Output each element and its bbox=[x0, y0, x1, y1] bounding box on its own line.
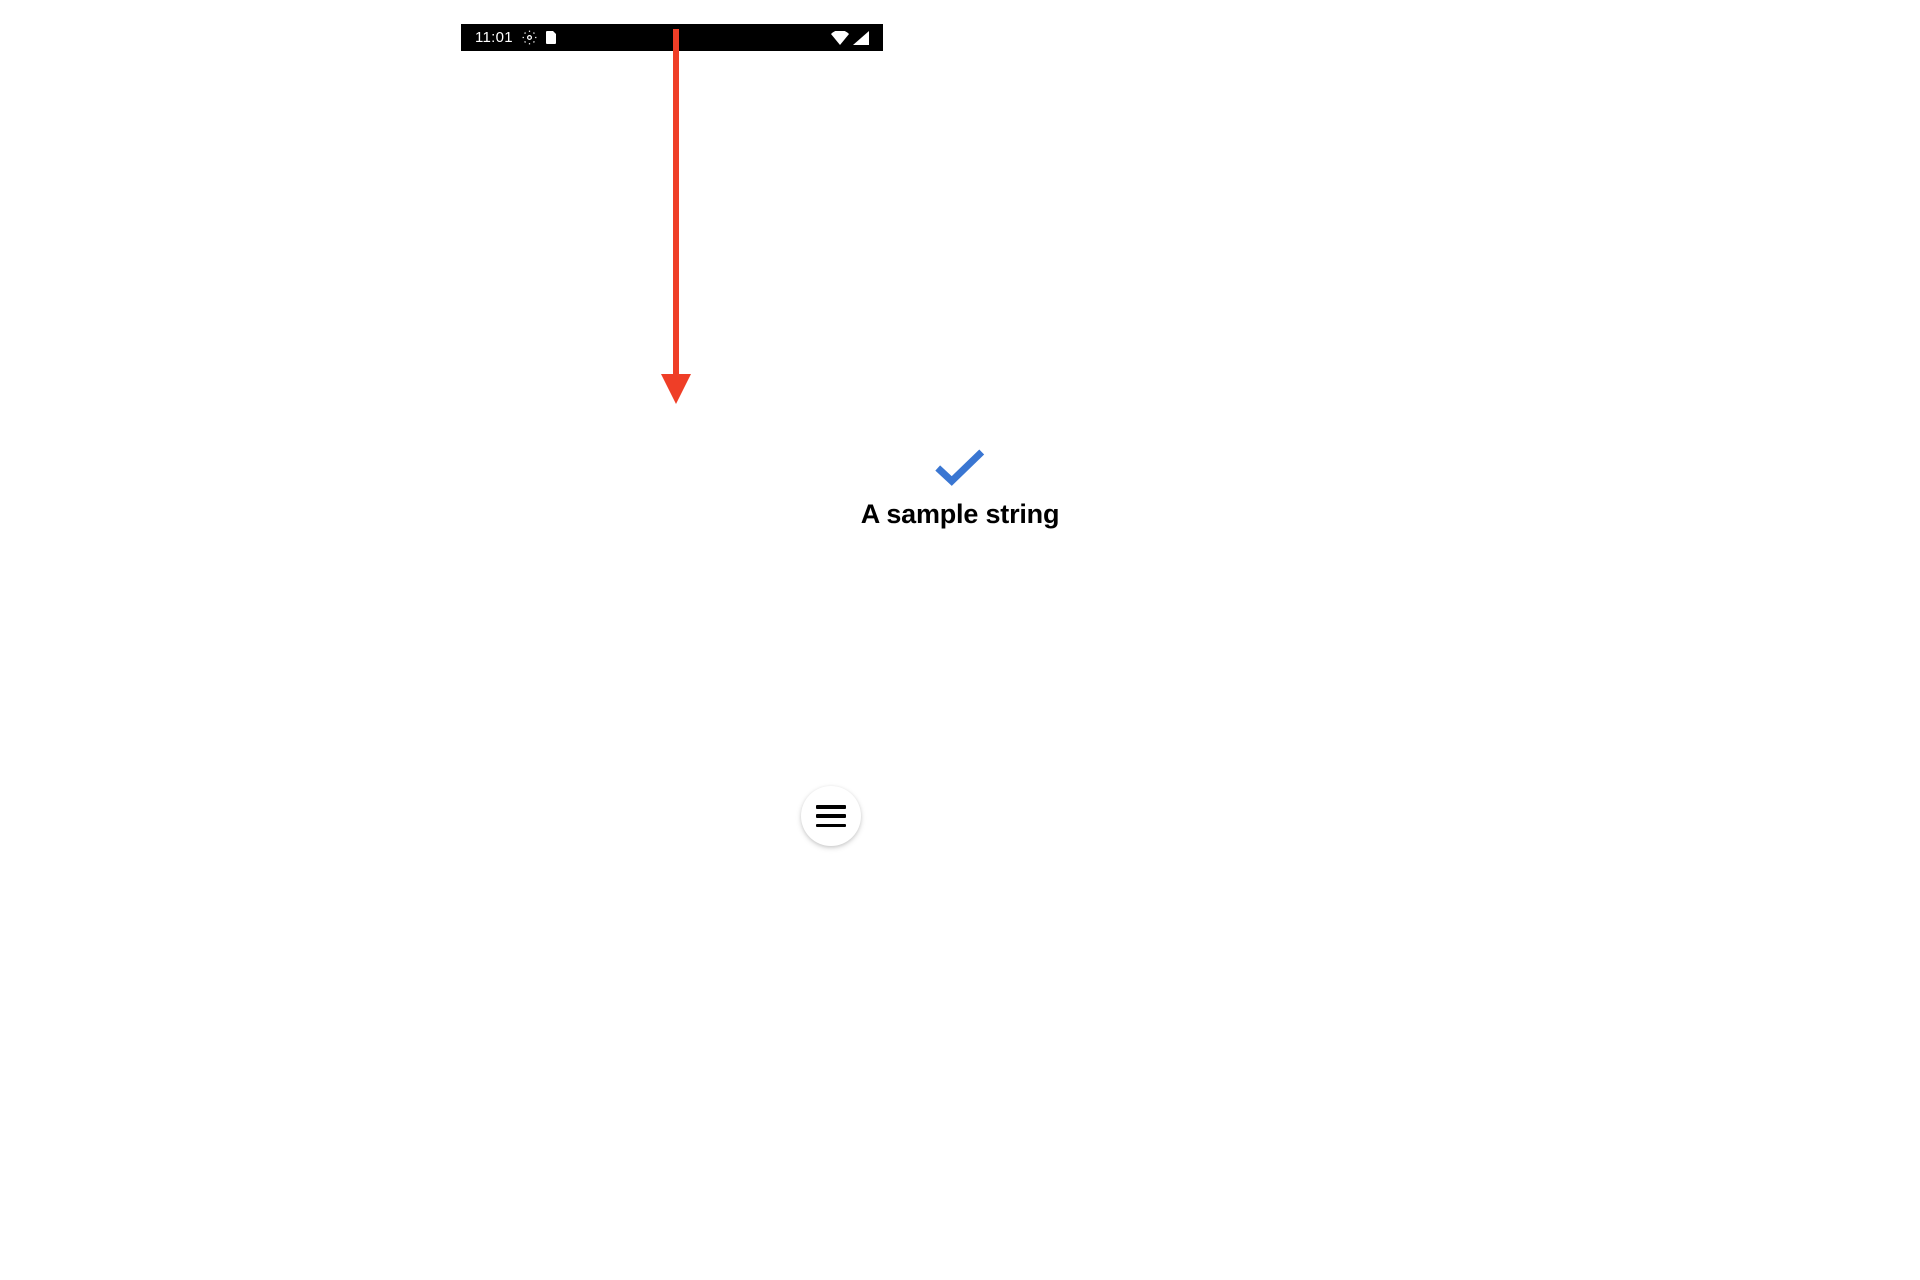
hamburger-menu-icon bbox=[816, 805, 846, 827]
gear-icon bbox=[522, 30, 537, 45]
arrow-line bbox=[673, 29, 679, 379]
check-icon bbox=[934, 447, 986, 487]
content-center: A sample string bbox=[861, 447, 1060, 530]
sample-message-text: A sample string bbox=[861, 499, 1060, 530]
status-bar-right bbox=[831, 31, 869, 45]
swipe-down-arrow-annotation bbox=[665, 29, 687, 403]
menu-fab-button[interactable] bbox=[801, 786, 861, 846]
sim-card-icon bbox=[546, 31, 556, 44]
wifi-icon bbox=[831, 31, 849, 45]
cellular-signal-icon bbox=[853, 31, 869, 45]
status-time: 11:01 bbox=[475, 29, 513, 46]
status-bar-left: 11:01 bbox=[475, 29, 556, 46]
arrow-head-icon bbox=[661, 374, 691, 404]
